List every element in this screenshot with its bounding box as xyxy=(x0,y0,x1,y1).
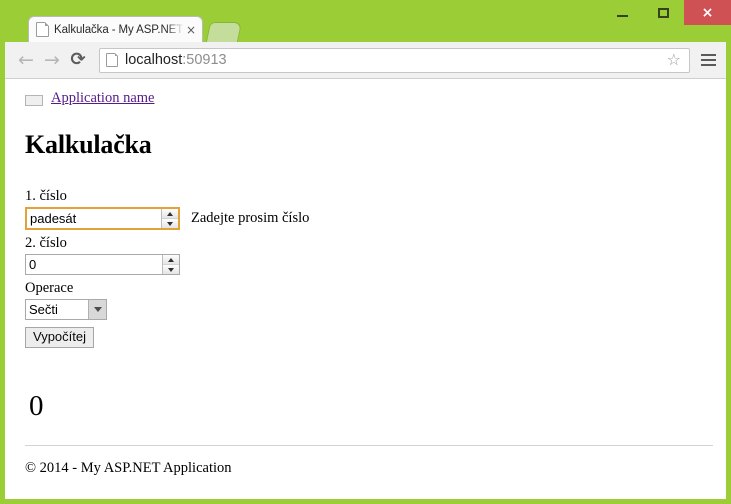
first-number-label: 1. číslo xyxy=(25,188,67,204)
operation-selected-value: Sečti xyxy=(29,302,58,317)
operation-label: Operace xyxy=(25,280,74,296)
browser-toolbar: ← → ⟳ localhost:50913 ☆ xyxy=(5,42,726,79)
menu-icon-line xyxy=(700,59,716,61)
result-value: 0 xyxy=(29,390,44,422)
forward-arrow-icon: → xyxy=(44,48,60,71)
spinner-up-button[interactable] xyxy=(162,209,178,218)
new-tab-button[interactable] xyxy=(205,22,243,42)
tab-close-icon[interactable]: × xyxy=(184,23,198,37)
back-arrow-icon: ← xyxy=(18,48,34,71)
broken-image-icon xyxy=(25,95,43,106)
select-arrow-box[interactable] xyxy=(88,300,106,319)
menu-icon-line xyxy=(700,64,716,66)
validation-message: Zadejte prosim číslo xyxy=(191,210,310,226)
first-number-spinner[interactable] xyxy=(161,209,178,228)
caret-up-icon xyxy=(168,257,174,262)
caret-down-icon xyxy=(167,221,173,226)
reload-button[interactable]: ⟳ xyxy=(65,47,91,73)
chevron-down-icon xyxy=(93,307,102,312)
browser-titlebar: × Kalkulačka - My ASP.NET × xyxy=(0,0,731,42)
tab-strip: Kalkulačka - My ASP.NET × xyxy=(0,16,731,42)
spinner-down-button[interactable] xyxy=(162,218,178,228)
url-text: localhost:50913 xyxy=(125,52,667,68)
url-port: :50913 xyxy=(182,52,227,68)
address-bar[interactable]: localhost:50913 ☆ xyxy=(99,47,690,73)
menu-icon-line xyxy=(700,54,716,56)
caret-up-icon xyxy=(167,211,173,216)
second-number-input[interactable]: 0 xyxy=(25,254,180,275)
first-number-input[interactable]: padesát xyxy=(25,207,180,230)
page-body: Application name Kalkulačka 1. číslo pad… xyxy=(5,79,726,421)
footer-text: © 2014 - My ASP.NET Application xyxy=(25,460,232,476)
caret-down-icon xyxy=(168,267,174,272)
page-info-icon xyxy=(106,53,118,67)
bookmark-star-icon[interactable]: ☆ xyxy=(667,52,681,68)
second-number-label: 2. číslo xyxy=(25,235,67,251)
page-title: Kalkulačka xyxy=(25,130,152,159)
spinner-up-button[interactable] xyxy=(163,255,179,264)
second-number-spinner[interactable] xyxy=(162,255,179,274)
calculator-form: 1. číslo padesát Zadejte prosim číslo 2.… xyxy=(19,188,706,348)
page-viewport: Application name Kalkulačka 1. číslo pad… xyxy=(5,79,726,499)
second-number-row: 0 xyxy=(25,254,706,275)
menu-button[interactable] xyxy=(694,47,722,73)
reload-icon: ⟳ xyxy=(70,49,86,70)
forward-button[interactable]: → xyxy=(39,47,65,73)
first-number-value: padesát xyxy=(30,211,77,226)
operation-select[interactable]: Sečti xyxy=(25,299,107,320)
first-number-row: padesát Zadejte prosim číslo xyxy=(25,207,706,230)
browser-window: × Kalkulačka - My ASP.NET × ← → ⟳ localh… xyxy=(0,0,731,504)
tab-title: Kalkulačka - My ASP.NET xyxy=(54,23,184,36)
calculate-button[interactable]: Vypočítej xyxy=(25,327,94,348)
spinner-down-button[interactable] xyxy=(163,264,179,274)
navbar: Application name xyxy=(19,87,706,109)
tab-kalkulacka[interactable]: Kalkulačka - My ASP.NET × xyxy=(28,16,203,42)
application-name-link[interactable]: Application name xyxy=(51,90,154,107)
footer-divider xyxy=(25,445,713,446)
url-host: localhost xyxy=(125,52,183,68)
tab-favicon-icon xyxy=(36,22,49,37)
second-number-value: 0 xyxy=(29,257,37,272)
back-button[interactable]: ← xyxy=(13,47,39,73)
